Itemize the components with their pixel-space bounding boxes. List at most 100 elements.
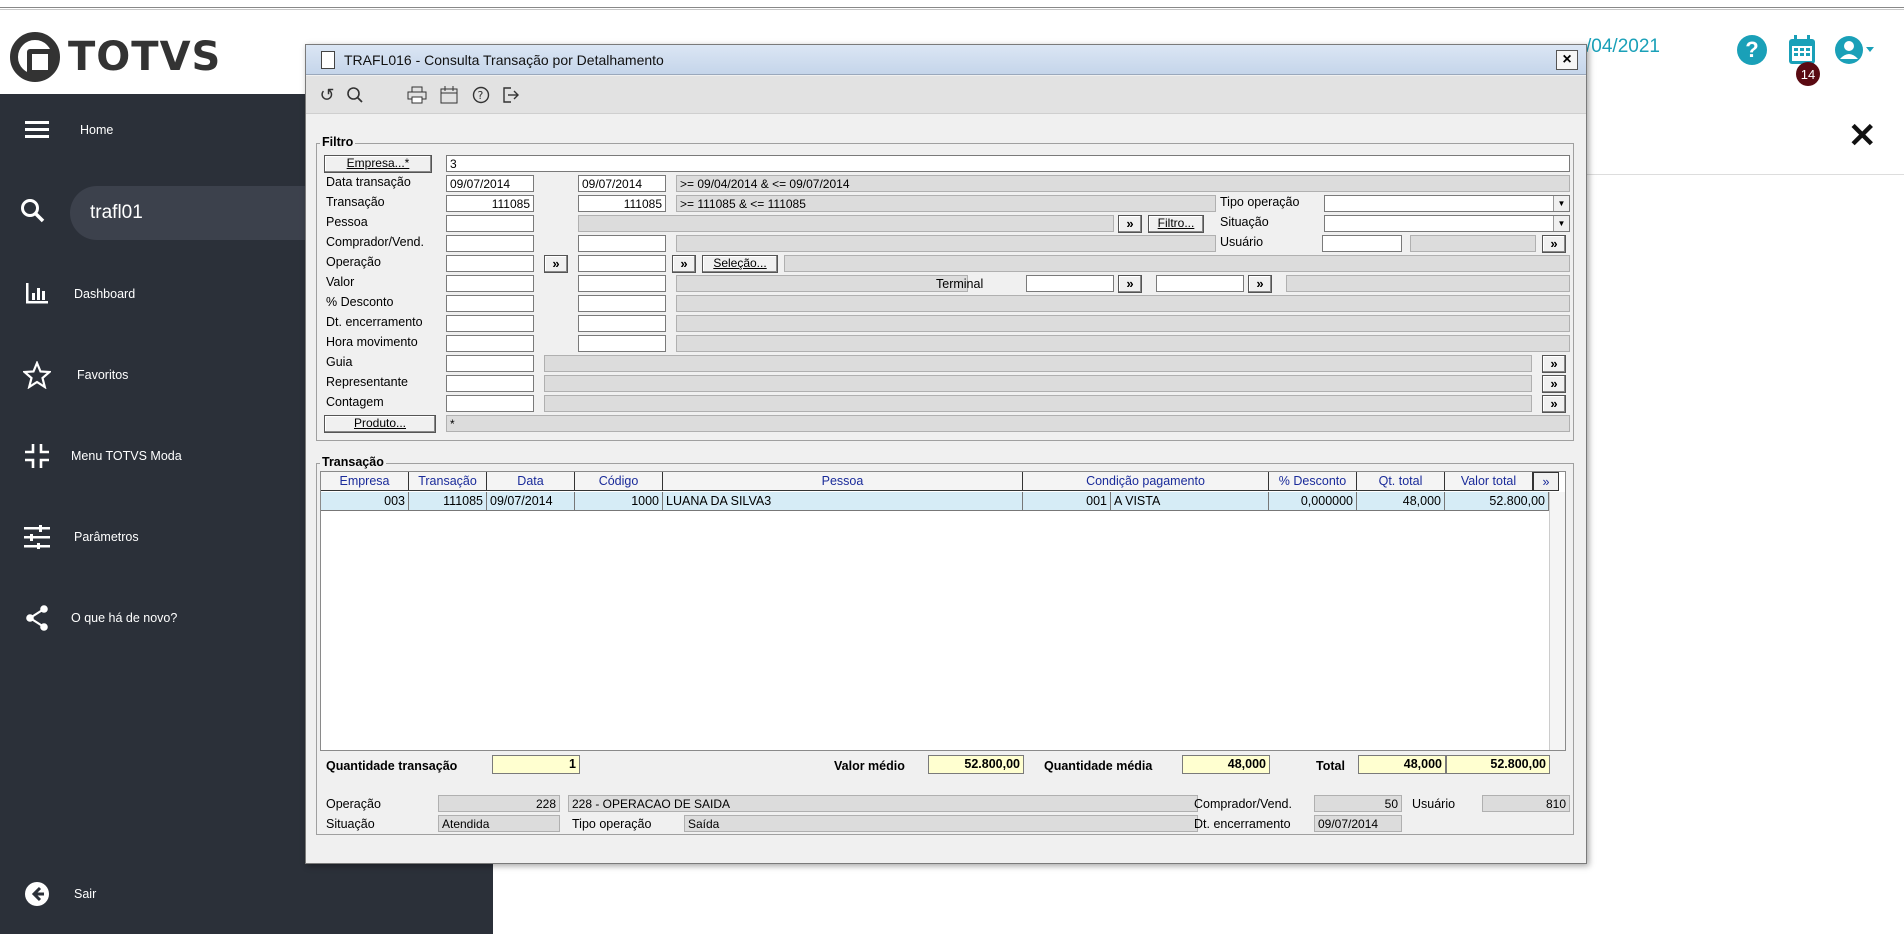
usuario-field[interactable] xyxy=(1322,235,1402,252)
operacao-to-field[interactable] xyxy=(578,255,666,272)
transacao-grid[interactable]: Empresa Transação Data Código Pessoa Con… xyxy=(320,471,1566,751)
terminal-from-field[interactable] xyxy=(1026,275,1114,292)
label-operacao: Operação xyxy=(326,255,381,269)
col-condicao-pagamento[interactable]: Condição pagamento xyxy=(1023,472,1269,491)
valor-from-field[interactable] xyxy=(446,275,534,292)
guia-lookup-button[interactable]: » xyxy=(1542,355,1566,373)
contagem-field[interactable] xyxy=(446,395,534,412)
desconto-from-field[interactable] xyxy=(446,295,534,312)
col-transacao[interactable]: Transação xyxy=(409,472,487,491)
quantidade-media-label: Quantidade média xyxy=(1044,759,1153,773)
label-pessoa: Pessoa xyxy=(326,215,368,229)
hora-from-field[interactable] xyxy=(446,335,534,352)
print-icon[interactable] xyxy=(406,84,428,106)
sidebar-item-sair[interactable]: Sair xyxy=(0,864,493,924)
table-cell[interactable]: 111085 xyxy=(409,492,487,511)
terminal-from-lookup-button[interactable]: » xyxy=(1118,275,1142,293)
grid-scrollbar[interactable] xyxy=(1549,492,1565,750)
table-cell[interactable]: A VISTA xyxy=(1111,492,1269,511)
table-cell[interactable]: 0,000000 xyxy=(1269,492,1357,511)
terminal-to-lookup-button[interactable]: » xyxy=(1248,275,1272,293)
dtenc-to-field[interactable] xyxy=(578,315,666,332)
table-cell[interactable]: 48,000 xyxy=(1357,492,1445,511)
col-qt-total[interactable]: Qt. total xyxy=(1357,472,1445,491)
calendar-icon[interactable] xyxy=(438,84,460,106)
filtro-button[interactable]: Filtro... xyxy=(1148,215,1204,233)
qtd-transacao-value: 1 xyxy=(492,755,580,774)
col-valor-total[interactable]: Valor total xyxy=(1445,472,1533,491)
transacao-from-field[interactable]: 111085 xyxy=(446,195,534,212)
contagem-lookup-button[interactable]: » xyxy=(1542,395,1566,413)
hora-to-field[interactable] xyxy=(578,335,666,352)
empresa-button[interactable]: Empresa...* xyxy=(324,155,432,173)
representante-desc xyxy=(544,375,1532,392)
operacao-lookup-button[interactable]: » xyxy=(544,255,568,273)
operacao-to-lookup-button[interactable]: » xyxy=(672,255,696,273)
comprador-from-field[interactable] xyxy=(446,235,534,252)
data-from-field[interactable]: 09/07/2014 xyxy=(446,175,534,192)
share-icon xyxy=(22,603,52,633)
total-qt-value: 48,000 xyxy=(1358,755,1446,774)
label-transacao: Transação xyxy=(326,195,385,209)
produto-field: * xyxy=(446,415,1570,432)
data-to-field[interactable]: 09/07/2014 xyxy=(578,175,666,192)
det-operacao-code: 228 xyxy=(438,795,560,812)
desconto-desc xyxy=(676,295,1570,312)
col-codigo[interactable]: Código xyxy=(575,472,663,491)
filter-group-label: Filtro xyxy=(320,135,356,149)
table-cell[interactable]: 1000 xyxy=(575,492,663,511)
dialog-close-button[interactable]: × xyxy=(1556,50,1578,70)
exit-icon[interactable] xyxy=(500,84,522,106)
label-valor: Valor xyxy=(326,275,355,289)
calendar-icon[interactable] xyxy=(1786,34,1818,66)
empresa-field[interactable]: 3 xyxy=(446,155,1570,172)
col-desconto[interactable]: % Desconto xyxy=(1269,472,1357,491)
operacao-from-field[interactable] xyxy=(446,255,534,272)
situacao-select[interactable]: ▼ xyxy=(1324,215,1570,232)
label-hora-movimento: Hora movimento xyxy=(326,335,418,349)
help-icon[interactable]: ? xyxy=(1736,34,1768,66)
representante-lookup-button[interactable]: » xyxy=(1542,375,1566,393)
terminal-to-field[interactable] xyxy=(1156,275,1244,292)
consulta-dialog: TRAFL016 - Consulta Transação por Detalh… xyxy=(305,44,1587,864)
totvs-logo-icon xyxy=(10,32,60,82)
pessoa-lookup-button[interactable]: » xyxy=(1118,215,1142,233)
produto-button[interactable]: Produto... xyxy=(324,415,436,433)
col-pessoa[interactable]: Pessoa xyxy=(663,472,1023,491)
grid-more-columns-button[interactable]: » xyxy=(1533,472,1559,491)
pessoa-desc xyxy=(578,215,1114,232)
representante-field[interactable] xyxy=(446,375,534,392)
transacao-to-field[interactable]: 111085 xyxy=(578,195,666,212)
search-icon[interactable] xyxy=(344,84,366,106)
dialog-titlebar[interactable]: TRAFL016 - Consulta Transação por Detalh… xyxy=(306,45,1586,75)
dtenc-from-field[interactable] xyxy=(446,315,534,332)
guia-field[interactable] xyxy=(446,355,534,372)
valor-to-field[interactable] xyxy=(578,275,666,292)
table-cell[interactable]: 003 xyxy=(321,492,409,511)
dialog-title: TRAFL016 - Consulta Transação por Detalh… xyxy=(344,51,664,68)
totvs-logo[interactable]: TOTVS xyxy=(10,32,221,82)
undo-icon[interactable]: ↺ xyxy=(316,84,338,106)
terminal-label: Terminal xyxy=(936,277,984,291)
exit-icon xyxy=(22,879,52,909)
det-situacao-value: Atendida xyxy=(438,815,560,832)
table-cell[interactable]: 001 xyxy=(1023,492,1111,511)
col-data[interactable]: Data xyxy=(487,472,575,491)
dtenc-desc xyxy=(676,315,1570,332)
table-cell[interactable]: 52.800,00 xyxy=(1445,492,1549,511)
usuario-lookup-button[interactable]: » xyxy=(1542,235,1566,253)
col-empresa[interactable]: Empresa xyxy=(321,472,409,491)
selecao-button[interactable]: Seleção... xyxy=(702,255,778,273)
quantidade-media-value: 48,000 xyxy=(1182,755,1270,774)
table-cell[interactable]: LUANA DA SILVA3 xyxy=(663,492,1023,511)
help-icon[interactable]: ? xyxy=(470,84,492,106)
user-menu-icon[interactable] xyxy=(1834,34,1880,66)
chevron-down-icon: ▼ xyxy=(1553,216,1569,231)
label-desconto: % Desconto xyxy=(326,295,394,309)
desconto-to-field[interactable] xyxy=(578,295,666,312)
pessoa-from-field[interactable] xyxy=(446,215,534,232)
tipo-operacao-select[interactable]: ▼ xyxy=(1324,195,1570,212)
table-cell[interactable]: 09/07/2014 xyxy=(487,492,575,511)
comprador-to-field[interactable] xyxy=(578,235,666,252)
close-icon[interactable]: ✕ xyxy=(1848,116,1877,156)
